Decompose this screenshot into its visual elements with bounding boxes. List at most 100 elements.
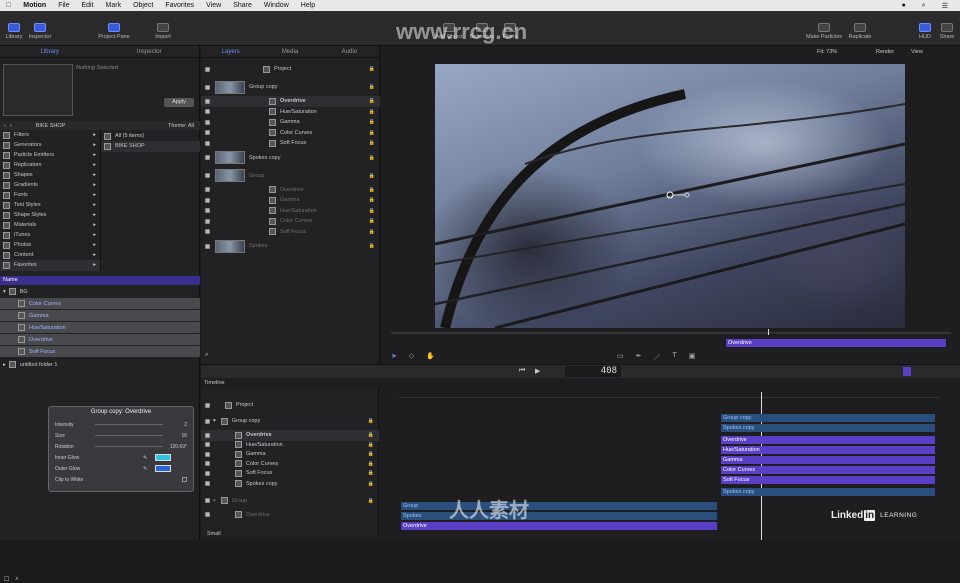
visibility-checkbox[interactable]	[205, 432, 210, 438]
lock-icon[interactable]: 🔒	[368, 442, 374, 448]
tl-bar-gamma[interactable]: Gamma	[721, 456, 935, 464]
search-icon[interactable]: ⌕	[916, 2, 932, 10]
menu-favorites[interactable]: Favorites	[159, 2, 200, 9]
tl-group-copy[interactable]: ▾ Group copy 🔒	[201, 416, 379, 427]
visibility-checkbox[interactable]	[205, 402, 210, 408]
library-category[interactable]: Text Styles ▸	[0, 200, 100, 211]
tl-bar-curves[interactable]: Color Curves	[721, 466, 935, 474]
status-icon[interactable]: ●	[896, 2, 912, 10]
layer-filter[interactable]: Color Curves 🔒	[201, 216, 380, 227]
layer-filter[interactable]: Soft Focus 🔒	[201, 227, 380, 238]
menu-file[interactable]: File	[52, 2, 75, 9]
share-button[interactable]: Share	[938, 23, 956, 40]
disclosure-open-icon[interactable]: ▾	[213, 418, 216, 424]
visibility-checkbox[interactable]	[205, 243, 210, 249]
library-category[interactable]: Favorites ▸	[0, 260, 100, 271]
lock-icon[interactable]: 🔒	[369, 187, 375, 193]
library-category[interactable]: Particle Emitters ▸	[0, 150, 100, 161]
menu-mark[interactable]: Mark	[100, 2, 128, 9]
visibility-checkbox[interactable]	[205, 461, 210, 467]
tl-bar-overdrive[interactable]: Overdrive	[721, 436, 935, 444]
visibility-checkbox[interactable]	[205, 197, 210, 203]
menu-list-icon[interactable]: ☰	[936, 2, 954, 10]
disclosure-open-icon[interactable]: ▾	[3, 289, 6, 295]
name-list-item[interactable]: Overdrive	[0, 334, 200, 345]
clip-checkbox[interactable]	[182, 477, 187, 482]
thumbnail-size-menu[interactable]: Small	[207, 531, 221, 537]
layer-filter[interactable]: Color Curves 🔒	[201, 128, 380, 139]
layer-filter[interactable]: Gamma 🔒	[201, 117, 380, 128]
rectangle-tool-icon[interactable]: ▭	[617, 352, 624, 362]
visibility-checkbox[interactable]	[205, 218, 210, 224]
mini-playhead[interactable]	[768, 329, 769, 335]
visibility-checkbox[interactable]	[205, 418, 210, 424]
mini-overdrive-bar[interactable]: Overdrive	[726, 339, 946, 347]
outer-glow-swatch[interactable]	[155, 465, 172, 472]
menu-window[interactable]: Window	[258, 2, 295, 9]
hud-button[interactable]: HUD	[916, 23, 934, 40]
timeline-ruler[interactable]	[399, 392, 939, 398]
intensity-slider[interactable]	[95, 424, 163, 425]
visibility-checkbox[interactable]	[205, 109, 210, 115]
forward-arrow-icon[interactable]: ›	[10, 123, 12, 129]
visibility-checkbox[interactable]	[205, 140, 210, 146]
apply-button[interactable]: Apply	[164, 98, 194, 107]
tab-layers[interactable]: Layers	[201, 46, 260, 57]
tl-bar-spokes-copy[interactable]: Spokes copy	[721, 424, 935, 432]
tl-overdrive[interactable]: Overdrive	[201, 510, 379, 521]
visibility-checkbox[interactable]	[205, 84, 210, 90]
inspector-button[interactable]: Inspector	[26, 23, 54, 40]
lock-icon[interactable]: 🔒	[369, 98, 375, 104]
menu-share[interactable]: Share	[227, 2, 258, 9]
text-tool-icon[interactable]: T	[673, 352, 677, 362]
visibility-checkbox[interactable]	[205, 512, 210, 518]
visibility-checkbox[interactable]	[205, 442, 210, 448]
lock-icon[interactable]: 🔒	[369, 229, 375, 235]
lock-icon[interactable]: 🔒	[369, 84, 375, 90]
add-icon[interactable]: ☐	[4, 576, 9, 583]
name-list-item[interactable]: Hue/Saturation	[0, 322, 200, 333]
back-arrow-icon[interactable]: ‹	[4, 123, 6, 129]
paint-tool-icon[interactable]: ／	[654, 352, 661, 362]
visibility-checkbox[interactable]	[205, 66, 210, 72]
lock-icon[interactable]: 🔒	[369, 109, 375, 115]
eyedropper-icon[interactable]: ✎	[143, 466, 147, 472]
lock-icon[interactable]: 🔒	[368, 418, 374, 424]
lock-icon[interactable]: 🔒	[368, 470, 374, 476]
shape-tool-icon[interactable]: ◇	[409, 352, 414, 360]
layer-group[interactable]: Group 🔒	[201, 169, 380, 183]
library-category[interactable]: Content ▸	[0, 250, 100, 261]
canvas-image[interactable]	[435, 64, 905, 328]
library-category[interactable]: iTunes ▸	[0, 230, 100, 241]
lock-icon[interactable]: 🔒	[368, 451, 374, 457]
visibility-checkbox[interactable]	[205, 481, 210, 487]
visibility-checkbox[interactable]	[205, 208, 210, 214]
inner-glow-swatch[interactable]	[155, 454, 172, 461]
lock-icon[interactable]: 🔒	[369, 197, 375, 203]
eyedropper-icon[interactable]: ✎	[143, 455, 147, 461]
name-folder-row[interactable]: ▾ BG	[0, 287, 200, 296]
library-category[interactable]: Gradients ▸	[0, 180, 100, 191]
library-path[interactable]: BIKE SHOP	[36, 123, 66, 129]
play-icon[interactable]: ▶	[535, 367, 540, 375]
menu-edit[interactable]: Edit	[75, 2, 99, 9]
visibility-checkbox[interactable]	[205, 155, 210, 161]
replicate-button[interactable]: Replicate	[846, 23, 874, 40]
theme-select[interactable]: Theme: All	[168, 123, 194, 129]
library-category[interactable]: Fonts ▸	[0, 190, 100, 201]
menu-object[interactable]: Object	[127, 2, 159, 9]
layer-filter[interactable]: Soft Focus 🔒	[201, 138, 380, 149]
search-icon[interactable]: ⌕	[205, 352, 208, 359]
visibility-checkbox[interactable]	[205, 451, 210, 457]
layer-project[interactable]: Project 🔒	[201, 64, 380, 75]
tl-group[interactable]: ▾ Group 🔒	[201, 496, 379, 507]
zoom-level[interactable]: Fit: 73%	[817, 49, 837, 55]
tl-filter[interactable]: Soft Focus 🔒	[201, 468, 379, 479]
lock-icon[interactable]: 🔒	[369, 243, 375, 249]
layer-filter[interactable]: Overdrive 🔒	[201, 96, 380, 107]
menu-app[interactable]: Motion	[17, 2, 52, 9]
visibility-checkbox[interactable]	[205, 173, 210, 179]
tl-bar-hue[interactable]: Hue/Saturation	[721, 446, 935, 454]
tab-audio[interactable]: Audio	[320, 46, 379, 57]
lock-icon[interactable]: 🔒	[368, 432, 374, 438]
